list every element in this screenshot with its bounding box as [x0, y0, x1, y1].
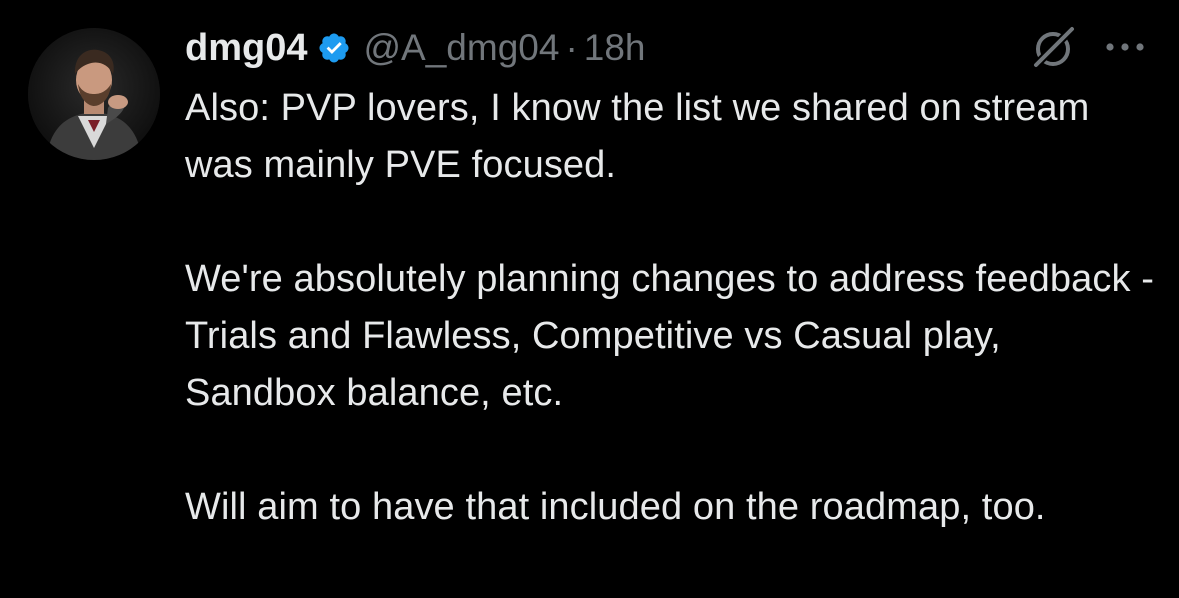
more-options-icon[interactable] — [1100, 30, 1150, 64]
display-name[interactable]: dmg04 — [185, 27, 307, 70]
grok-icon[interactable] — [1027, 22, 1079, 74]
tweet-text: Also: PVP lovers, I know the list we sha… — [185, 80, 1160, 536]
tweet-paragraph: We're absolutely planning changes to add… — [185, 258, 1164, 414]
verified-badge-icon — [317, 31, 351, 65]
separator-dot: · — [565, 27, 578, 68]
tweet-header: dmg04 @A_dmg04 · 18h — [185, 20, 646, 76]
paragraph-spacer: ​ — [185, 422, 1160, 479]
avatar[interactable] — [28, 28, 160, 160]
user-handle[interactable]: @A_dmg04 — [363, 27, 559, 69]
avatar-image — [28, 28, 160, 160]
timestamp[interactable]: 18h — [584, 27, 646, 69]
tweet[interactable]: dmg04 @A_dmg04 · 18h Also: PVP lovers, I… — [0, 0, 1179, 598]
tweet-paragraph: Will aim to have that included on the ro… — [185, 486, 1046, 528]
paragraph-spacer: ​ — [185, 194, 1160, 251]
tweet-paragraph: Also: PVP lovers, I know the list we sha… — [185, 87, 1101, 186]
